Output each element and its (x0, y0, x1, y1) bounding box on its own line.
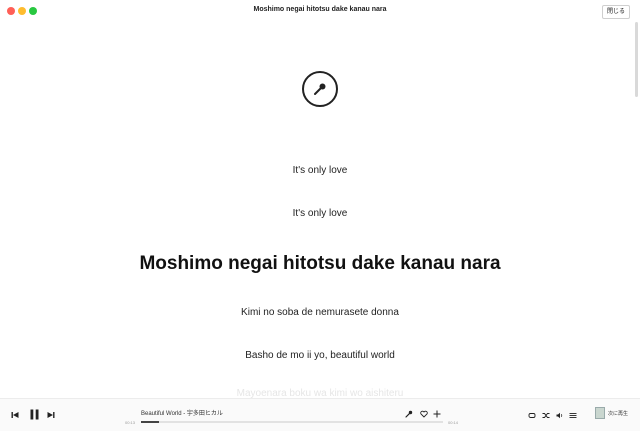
heart-icon (420, 410, 428, 418)
shuffle-icon (542, 412, 550, 418)
lyric-line-current: Moshimo negai hitotsu dake kanau nara (139, 253, 501, 274)
lyric-line: It's only love (292, 208, 348, 219)
album-thumbnail[interactable] (595, 407, 605, 419)
lyric-line: Basho de mo ii yo, beautiful world (245, 350, 395, 361)
microphone-button[interactable] (302, 71, 338, 107)
lyric-line: It's only love (292, 165, 348, 176)
speaker-icon (556, 412, 563, 418)
pause-icon (30, 409, 38, 420)
elapsed-time: 00:13 (125, 420, 136, 425)
repeat-button[interactable] (527, 410, 537, 420)
shuffle-button[interactable] (541, 410, 551, 420)
scrollbar[interactable] (635, 22, 638, 97)
volume-button[interactable] (555, 410, 565, 420)
title-bar: Moshimo negai hitotsu dake kanau nara 閉じ… (0, 0, 640, 22)
repeat-icon (528, 412, 536, 418)
queue-button[interactable] (568, 410, 578, 420)
track-title: Beautiful World - 宇多田ヒカル (141, 411, 223, 417)
plus-icon (433, 410, 441, 418)
window-title: Moshimo negai hitotsu dake kanau nara (253, 6, 387, 13)
close-button[interactable]: 閉じる (601, 5, 630, 19)
next-button[interactable] (46, 410, 56, 420)
favorite-button[interactable] (419, 409, 429, 419)
skip-forward-icon (47, 412, 55, 418)
microphone-icon (405, 410, 413, 418)
pause-button[interactable] (28, 408, 40, 421)
lyric-line: Kimi no soba de nemurasete donna (241, 307, 399, 318)
player-bar: Beautiful World - 宇多田ヒカル 00:13 00:14 次に再… (0, 398, 640, 431)
skip-back-icon (11, 412, 19, 418)
microphone-icon (314, 83, 326, 95)
add-button[interactable] (432, 409, 442, 419)
lyrics-mic-button[interactable] (404, 409, 414, 419)
progress-bar[interactable] (141, 421, 443, 423)
remaining-time: 00:14 (448, 420, 459, 425)
previous-button[interactable] (10, 410, 20, 420)
list-icon (569, 412, 577, 418)
up-next-label[interactable]: 次に再生 (608, 410, 628, 417)
progress-fill (141, 421, 160, 423)
